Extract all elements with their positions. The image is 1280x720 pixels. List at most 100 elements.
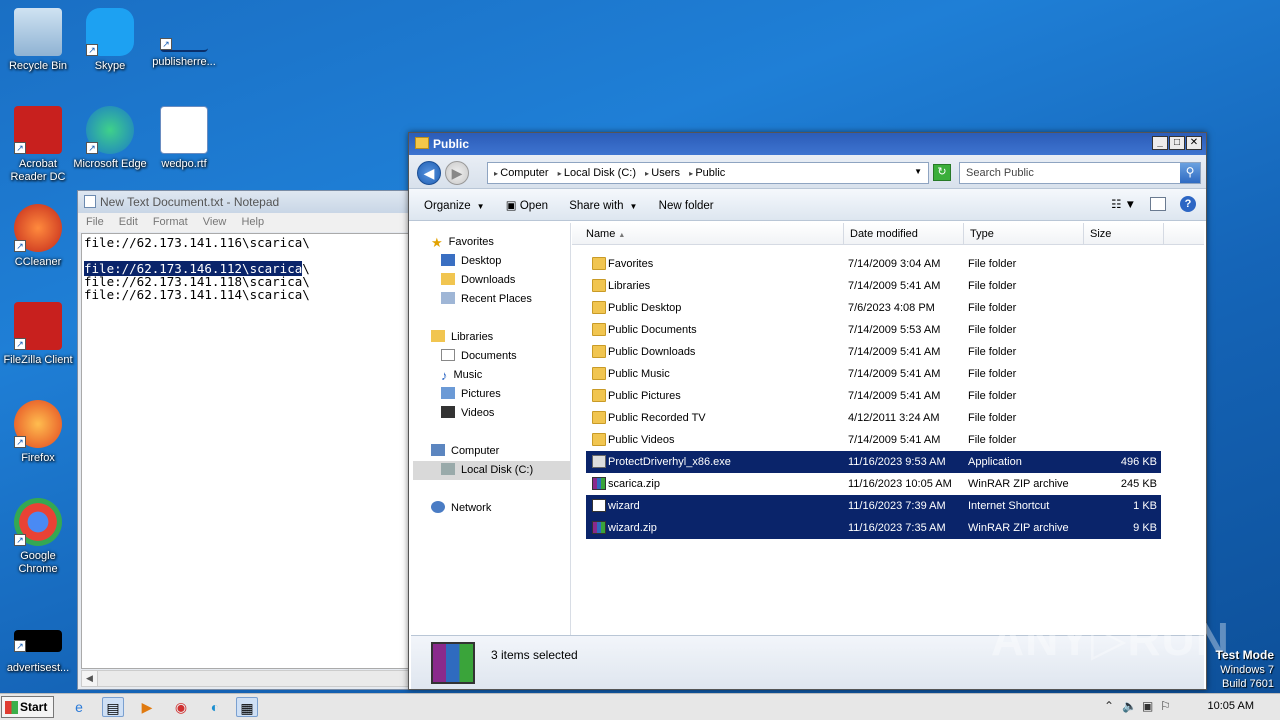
folder-icon — [592, 301, 606, 314]
desktop-icon-firefox[interactable]: ↗ Firefox — [0, 400, 76, 465]
chevron-down-icon[interactable]: ▼ — [914, 167, 922, 176]
explorer-window[interactable]: Public _ □ ✕ ◀ ▶ Computer Local Disk (C:… — [408, 132, 1207, 690]
desktop-icon-wedpo-rtf[interactable]: wedpo.rtf — [146, 106, 222, 171]
file-row[interactable]: Public Music 7/14/2009 5:41 AM File folder — [586, 363, 1161, 385]
explorer-icon[interactable]: ▤ — [102, 697, 124, 717]
notepad-window[interactable]: New Text Document.txt - Notepad File Edi… — [77, 190, 412, 690]
nav-desktop[interactable]: Desktop — [413, 252, 570, 271]
chrome-icon: ↗ — [14, 498, 62, 546]
nav-music[interactable]: ♪ Music — [413, 366, 570, 385]
menu-file[interactable]: File — [86, 216, 104, 228]
notepad-titlebar[interactable]: New Text Document.txt - Notepad — [78, 191, 411, 213]
forward-button[interactable]: ▶ — [445, 161, 469, 185]
file-row[interactable]: wizard.zip 11/16/2023 7:35 AM WinRAR ZIP a… — [586, 517, 1161, 539]
chrome-icon[interactable]: ◉ — [170, 697, 192, 717]
file-name: ProtectDriverhyl_x86.exe — [608, 456, 731, 468]
share-with-button[interactable]: Share with ▼ — [569, 200, 637, 212]
minimize-button[interactable]: _ — [1152, 136, 1168, 150]
nav-documents[interactable]: Documents — [413, 347, 570, 366]
file-date: 7/14/2009 5:41 AM — [848, 280, 941, 292]
desktop-icon-publisherre[interactable]: ↗ publisherre... — [146, 8, 222, 69]
organize-button[interactable]: Organize ▼ — [424, 200, 485, 212]
breadcrumb-public[interactable]: Public — [689, 167, 725, 179]
desktop-icon-recycle-bin[interactable]: Recycle Bin — [0, 8, 76, 73]
address-bar[interactable]: Computer Local Disk (C:) Users Public ▼ — [487, 162, 929, 184]
maximize-button[interactable]: □ — [1169, 136, 1185, 150]
file-name: Public Music — [608, 368, 670, 380]
media-player-icon[interactable]: ▶ — [136, 697, 158, 717]
start-button[interactable]: Start — [1, 696, 54, 718]
column-type[interactable]: Type — [964, 223, 1084, 245]
open-button[interactable]: ▣ Open — [506, 200, 548, 212]
file-row[interactable]: ProtectDriverhyl_x86.exe 11/16/2023 9:53 … — [586, 451, 1161, 473]
nav-videos[interactable]: Videos — [413, 404, 570, 423]
breadcrumb-computer[interactable]: Computer — [494, 167, 549, 179]
refresh-icon[interactable]: ↻ — [933, 164, 951, 181]
show-hidden-icons-icon[interactable]: ⌃ — [1104, 699, 1114, 713]
column-size[interactable]: Size — [1084, 223, 1164, 245]
close-button[interactable]: ✕ — [1186, 136, 1202, 150]
desktop-icon-advertisest[interactable]: ↗ advertisest... — [0, 616, 76, 675]
file-row[interactable]: Favorites 7/14/2009 3:04 AM File folder — [586, 253, 1161, 275]
menu-edit[interactable]: Edit — [119, 216, 138, 228]
preview-pane-icon[interactable] — [1150, 197, 1166, 211]
file-icon: ↗ — [14, 630, 62, 652]
edge-icon[interactable]: ◐ — [204, 697, 226, 717]
test-mode-line1: Test Mode — [1215, 648, 1274, 662]
menu-help[interactable]: Help — [241, 216, 264, 228]
help-icon[interactable]: ? — [1180, 196, 1196, 212]
notepad-icon[interactable]: ▦ — [236, 697, 258, 717]
file-date: 4/12/2011 3:24 AM — [848, 412, 940, 424]
search-input[interactable]: Search Public ⚲ — [959, 162, 1201, 184]
file-row[interactable]: Public Videos 7/14/2009 5:41 AM File folde… — [586, 429, 1161, 451]
ccleaner-icon: ↗ — [14, 204, 62, 252]
file-row[interactable]: Public Desktop 7/6/2023 4:08 PM File folde… — [586, 297, 1161, 319]
nav-libraries[interactable]: Libraries — [413, 328, 570, 347]
file-row[interactable]: wizard 11/16/2023 7:39 AM Internet Shortcu… — [586, 495, 1161, 517]
view-options-icon[interactable]: ☷ ▼ — [1111, 197, 1136, 211]
test-mode-line2: Windows 7 — [1220, 664, 1274, 676]
nav-downloads[interactable]: Downloads — [413, 271, 570, 290]
menu-view[interactable]: View — [203, 216, 227, 228]
desktop-icon-ccleaner[interactable]: ↗ CCleaner — [0, 204, 76, 269]
file-name: scarica.zip — [608, 478, 660, 490]
horizontal-scrollbar[interactable]: ◀ — [81, 670, 410, 687]
network-tray-icon[interactable]: ▣ — [1142, 699, 1153, 713]
file-row[interactable]: scarica.zip 11/16/2023 10:05 AM WinRAR ZIP… — [586, 473, 1161, 495]
desktop-icon-filezilla-client[interactable]: ↗ FileZilla Client — [0, 302, 76, 367]
menu-format[interactable]: Format — [153, 216, 188, 228]
column-date[interactable]: Date modified — [844, 223, 964, 245]
breadcrumb-local-disk[interactable]: Local Disk (C:) — [558, 167, 636, 179]
desktop-icon-label: Acrobat Reader DC — [10, 158, 66, 183]
action-center-icon[interactable]: ⚐ — [1160, 699, 1171, 713]
search-icon[interactable]: ⚲ — [1180, 163, 1200, 183]
clock[interactable]: 10:05 AM — [1208, 700, 1254, 712]
desktop-icon-microsoft-edge[interactable]: ↗ Microsoft Edge — [72, 106, 148, 171]
nav-favorites[interactable]: ★ Favorites — [413, 233, 570, 252]
column-name[interactable]: Name ▲ — [580, 223, 844, 245]
nav-network[interactable]: Network — [413, 499, 570, 518]
new-folder-button[interactable]: New folder — [659, 200, 714, 212]
volume-icon[interactable]: 🔈 — [1122, 699, 1137, 713]
file-row[interactable]: Public Documents 7/14/2009 5:53 AM File fo… — [586, 319, 1161, 341]
file-icon: ↗ — [160, 8, 208, 52]
breadcrumb-users[interactable]: Users — [645, 167, 680, 179]
nav-recent-places[interactable]: Recent Places — [413, 290, 570, 309]
notepad-text-area[interactable]: file://62.173.141.116\scarica\ file://62… — [81, 233, 410, 669]
back-button[interactable]: ◀ — [417, 161, 441, 185]
desktop-icon-acrobat-reader-dc[interactable]: ↗ Acrobat Reader DC — [0, 106, 76, 184]
nav-pictures[interactable]: Pictures — [413, 385, 570, 404]
scroll-left-icon[interactable]: ◀ — [82, 671, 98, 686]
notepad-title: New Text Document.txt - Notepad — [100, 195, 280, 209]
desktop-icon-skype[interactable]: ↗ Skype — [72, 8, 148, 73]
file-row[interactable]: Public Pictures 7/14/2009 5:41 AM File fol… — [586, 385, 1161, 407]
nav-computer[interactable]: Computer — [413, 442, 570, 461]
file-row[interactable]: Libraries 7/14/2009 5:41 AM File folder — [586, 275, 1161, 297]
explorer-titlebar[interactable]: Public _ □ ✕ — [409, 133, 1206, 155]
file-row[interactable]: Public Downloads 7/14/2009 5:41 AM File fo… — [586, 341, 1161, 363]
desktop-icon-google-chrome[interactable]: ↗ Google Chrome — [0, 498, 76, 576]
ie-icon[interactable]: e — [68, 697, 90, 717]
file-name: wizard — [608, 500, 640, 512]
file-row[interactable]: Public Recorded TV 4/12/2011 3:24 AM File … — [586, 407, 1161, 429]
nav-local-disk[interactable]: Local Disk (C:) — [413, 461, 570, 480]
